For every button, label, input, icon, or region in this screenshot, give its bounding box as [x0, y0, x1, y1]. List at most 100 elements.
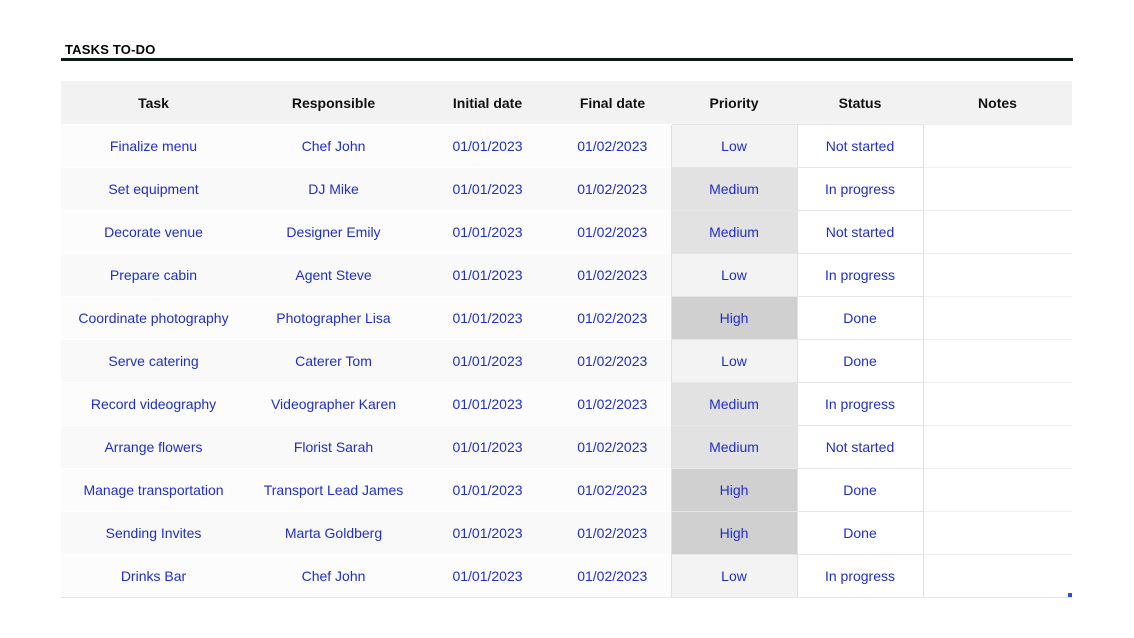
- table-row: Decorate venue Designer Emily 01/01/2023 01…: [61, 210, 1072, 254]
- status-cell[interactable]: In progress: [797, 253, 924, 297]
- column-header-initial-date[interactable]: Initial date: [421, 81, 554, 125]
- initial-date-cell[interactable]: 01/01/2023: [421, 296, 554, 340]
- status-cell[interactable]: Done: [797, 296, 924, 340]
- table-row: Record videography Videographer Karen 01/0…: [61, 382, 1072, 426]
- initial-date-cell[interactable]: 01/01/2023: [421, 382, 554, 426]
- final-date-cell[interactable]: 01/02/2023: [554, 425, 671, 469]
- notes-cell[interactable]: [923, 339, 1072, 383]
- column-header-priority[interactable]: Priority: [671, 81, 797, 125]
- final-date-cell[interactable]: 01/02/2023: [554, 210, 671, 254]
- notes-cell[interactable]: [923, 382, 1072, 426]
- final-date-cell[interactable]: 01/02/2023: [554, 167, 671, 211]
- initial-date-cell[interactable]: 01/01/2023: [421, 468, 554, 512]
- task-cell[interactable]: Serve catering: [61, 339, 246, 383]
- status-cell[interactable]: Done: [797, 339, 924, 383]
- initial-date-cell[interactable]: 01/01/2023: [421, 253, 554, 297]
- column-header-final-date[interactable]: Final date: [554, 81, 671, 125]
- table-row: Coordinate photography Photographer Lisa 0…: [61, 296, 1072, 340]
- responsible-cell[interactable]: Agent Steve: [246, 253, 421, 297]
- priority-cell[interactable]: Low: [670, 124, 798, 168]
- table-row: Prepare cabin Agent Steve 01/01/2023 01/02/…: [61, 253, 1072, 297]
- priority-cell[interactable]: Medium: [670, 382, 798, 426]
- task-cell[interactable]: Set equipment: [61, 167, 246, 211]
- priority-cell[interactable]: Medium: [670, 167, 798, 211]
- table-row: Serve catering Caterer Tom 01/01/2023 01/02…: [61, 339, 1072, 383]
- responsible-cell[interactable]: Caterer Tom: [246, 339, 421, 383]
- task-cell[interactable]: Manage transportation: [61, 468, 246, 512]
- priority-cell[interactable]: Low: [670, 339, 798, 383]
- initial-date-cell[interactable]: 01/01/2023: [421, 124, 554, 168]
- notes-cell[interactable]: [923, 511, 1072, 555]
- initial-date-cell[interactable]: 01/01/2023: [421, 511, 554, 555]
- table-row: Drinks Bar Chef John 01/01/2023 01/02/2023 L…: [61, 554, 1072, 598]
- priority-cell[interactable]: Low: [670, 554, 798, 598]
- responsible-cell[interactable]: Chef John: [246, 554, 421, 598]
- responsible-cell[interactable]: DJ Mike: [246, 167, 421, 211]
- task-cell[interactable]: Coordinate photography: [61, 296, 246, 340]
- status-cell[interactable]: Not started: [797, 210, 924, 254]
- priority-cell[interactable]: High: [670, 296, 798, 340]
- notes-cell[interactable]: [923, 124, 1072, 168]
- initial-date-cell[interactable]: 01/01/2023: [421, 425, 554, 469]
- final-date-cell[interactable]: 01/02/2023: [554, 124, 671, 168]
- initial-date-cell[interactable]: 01/01/2023: [421, 210, 554, 254]
- status-cell[interactable]: Not started: [797, 124, 924, 168]
- responsible-cell[interactable]: Chef John: [246, 124, 421, 168]
- status-cell[interactable]: Done: [797, 511, 924, 555]
- column-header-notes[interactable]: Notes: [923, 81, 1072, 125]
- column-header-task[interactable]: Task: [61, 81, 246, 125]
- initial-date-cell[interactable]: 01/01/2023: [421, 339, 554, 383]
- final-date-cell[interactable]: 01/02/2023: [554, 339, 671, 383]
- status-cell[interactable]: In progress: [797, 167, 924, 211]
- task-cell[interactable]: Drinks Bar: [61, 554, 246, 598]
- column-header-status[interactable]: Status: [797, 81, 923, 125]
- status-cell[interactable]: In progress: [797, 554, 924, 598]
- page-title: TASKS TO-DO: [65, 42, 156, 57]
- task-cell[interactable]: Finalize menu: [61, 124, 246, 168]
- status-cell[interactable]: In progress: [797, 382, 924, 426]
- responsible-cell[interactable]: Transport Lead James: [246, 468, 421, 512]
- responsible-cell[interactable]: Florist Sarah: [246, 425, 421, 469]
- notes-cell[interactable]: [923, 425, 1072, 469]
- table-row: Manage transportation Transport Lead Jame…: [61, 468, 1072, 512]
- final-date-cell[interactable]: 01/02/2023: [554, 296, 671, 340]
- column-header-responsible[interactable]: Responsible: [246, 81, 421, 125]
- status-cell[interactable]: Done: [797, 468, 924, 512]
- responsible-cell[interactable]: Videographer Karen: [246, 382, 421, 426]
- priority-cell[interactable]: Medium: [670, 210, 798, 254]
- priority-cell[interactable]: Low: [670, 253, 798, 297]
- responsible-cell[interactable]: Designer Emily: [246, 210, 421, 254]
- notes-cell[interactable]: [923, 253, 1072, 297]
- final-date-cell[interactable]: 01/02/2023: [554, 554, 671, 598]
- notes-cell[interactable]: [923, 296, 1072, 340]
- final-date-cell[interactable]: 01/02/2023: [554, 468, 671, 512]
- initial-date-cell[interactable]: 01/01/2023: [421, 554, 554, 598]
- notes-cell[interactable]: [923, 167, 1072, 211]
- priority-cell[interactable]: High: [670, 468, 798, 512]
- initial-date-cell[interactable]: 01/01/2023: [421, 167, 554, 211]
- task-cell[interactable]: Sending Invites: [61, 511, 246, 555]
- task-cell[interactable]: Prepare cabin: [61, 253, 246, 297]
- task-cell[interactable]: Record videography: [61, 382, 246, 426]
- table-row: Arrange flowers Florist Sarah 01/01/2023 01…: [61, 425, 1072, 469]
- table-row: Set equipment DJ Mike 01/01/2023 01/02/2023…: [61, 167, 1072, 211]
- table-resize-handle[interactable]: [1068, 593, 1072, 597]
- final-date-cell[interactable]: 01/02/2023: [554, 382, 671, 426]
- title-underline: [61, 58, 1073, 61]
- final-date-cell[interactable]: 01/02/2023: [554, 253, 671, 297]
- final-date-cell[interactable]: 01/02/2023: [554, 511, 671, 555]
- table-row: Sending Invites Marta Goldberg 01/01/2023 0…: [61, 511, 1072, 555]
- header-row: Task Responsible Initial date Final date…: [61, 81, 1072, 125]
- responsible-cell[interactable]: Photographer Lisa: [246, 296, 421, 340]
- priority-cell[interactable]: Medium: [670, 425, 798, 469]
- task-cell[interactable]: Arrange flowers: [61, 425, 246, 469]
- notes-cell[interactable]: [923, 468, 1072, 512]
- status-cell[interactable]: Not started: [797, 425, 924, 469]
- priority-cell[interactable]: High: [670, 511, 798, 555]
- tasks-table: Task Responsible Initial date Final date…: [61, 81, 1072, 598]
- task-cell[interactable]: Decorate venue: [61, 210, 246, 254]
- notes-cell[interactable]: [923, 554, 1072, 598]
- responsible-cell[interactable]: Marta Goldberg: [246, 511, 421, 555]
- notes-cell[interactable]: [923, 210, 1072, 254]
- table-row: Finalize menu Chef John 01/01/2023 01/02/20…: [61, 124, 1072, 168]
